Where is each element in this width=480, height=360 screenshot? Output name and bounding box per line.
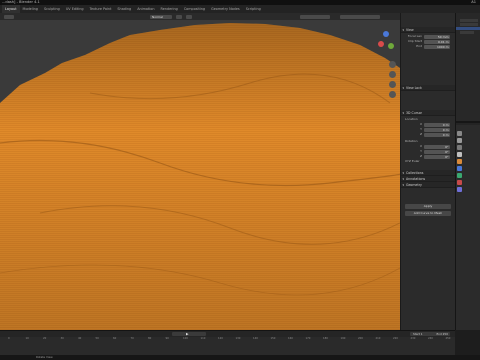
section-view[interactable]: View	[401, 27, 456, 33]
ruler-tick-label: 230	[410, 337, 416, 340]
tab-uv-editing[interactable]: UV Editing	[63, 5, 87, 13]
tab-scripting[interactable]: Scripting	[243, 5, 264, 13]
ruler-tick-label: 80	[148, 337, 152, 340]
frame-end-field[interactable]: End 250	[436, 332, 448, 336]
material-tab-icon[interactable]	[457, 180, 462, 185]
ruler-tick-label: 220	[393, 337, 398, 340]
ruler-tick-label: 90	[165, 337, 169, 340]
workspace-tabs: Layout Modeling Sculpting UV Editing Tex…	[0, 5, 480, 13]
view-layer-tab-icon[interactable]	[457, 152, 462, 157]
rotation-z-field[interactable]: 0°	[424, 154, 450, 159]
tab-layout[interactable]: Layout	[2, 5, 20, 13]
play-icon[interactable]: ▶	[186, 332, 189, 336]
clip-end-field[interactable]: 1000 m	[424, 44, 450, 49]
focal-length-field[interactable]: 50 mm	[424, 34, 450, 39]
clip-end-row: End 1000 m	[416, 44, 450, 49]
timeline-ruler: 0 10 20 30 40 50 60 70 80 90 100 110 120 130 140 150 160…	[0, 337, 455, 341]
ruler-tick-label: 210	[375, 337, 381, 340]
tab-shading[interactable]: Shading	[114, 5, 134, 13]
outliner[interactable]	[456, 13, 480, 123]
render-tab-icon[interactable]	[457, 138, 462, 143]
tab-modeling[interactable]: Modeling	[20, 5, 41, 13]
viewport-header: Normal	[0, 13, 400, 20]
tab-compositing[interactable]: Compositing	[181, 5, 208, 13]
outliner-row-selected[interactable]	[456, 27, 480, 30]
apply-button[interactable]: Apply	[405, 204, 451, 209]
rotation-y-field[interactable]: 0°	[424, 149, 450, 154]
object-tab-icon[interactable]	[457, 159, 462, 164]
playback-controls[interactable]: ▶	[172, 332, 206, 336]
add-curve-button[interactable]: Add Curve to Mesh	[405, 211, 451, 216]
ruler-tick-label: 130	[235, 337, 241, 340]
section-geometry[interactable]: Geometry	[401, 182, 456, 188]
ruler-tick-label: 120	[218, 337, 223, 340]
ruler-tick-label: 10	[25, 337, 29, 340]
section-view-lock[interactable]: View Lock	[401, 85, 456, 91]
data-tab-icon[interactable]	[457, 173, 462, 178]
right-column	[455, 13, 480, 330]
editor-type-dropdown[interactable]	[4, 14, 14, 19]
tab-geometry-nodes[interactable]: Geometry Nodes	[208, 5, 243, 13]
frame-range[interactable]: Start 1 End 250	[410, 332, 450, 336]
tool-tab-icon[interactable]	[457, 131, 462, 136]
tab-rendering[interactable]: Rendering	[157, 5, 180, 13]
zoom-icon[interactable]	[389, 61, 396, 68]
3d-viewport[interactable]: Normal	[0, 13, 400, 330]
ruler-tick-label: 200	[358, 337, 363, 340]
ruler-tick-label: 160	[288, 337, 293, 340]
ruler-tick-label: 30	[60, 337, 64, 340]
sidebar-n-panel: View Focal Len 50 mm Clip Start 0.01 m E…	[400, 13, 456, 330]
overlay-controls[interactable]	[300, 14, 330, 19]
ruler-tick-label: 170	[305, 337, 311, 340]
pivot-dropdown[interactable]	[176, 14, 182, 19]
outliner-row[interactable]	[460, 31, 474, 34]
properties-editor	[456, 125, 480, 330]
camera-icon[interactable]	[389, 81, 396, 88]
cursor-y-field[interactable]: 0 m	[424, 127, 450, 132]
cursor-z-field[interactable]: 0 m	[424, 132, 450, 137]
output-tab-icon[interactable]	[457, 145, 462, 150]
ruler-tick-label: 250	[445, 337, 451, 340]
status-bar: Rotate View	[0, 355, 480, 360]
ruler-tick-label: 60	[113, 337, 117, 340]
rotation-mode-select[interactable]: XYZ Euler	[401, 159, 456, 164]
rotation-x-field[interactable]: 0°	[424, 144, 450, 149]
ruler-tick-label: 140	[253, 337, 258, 340]
modifier-tab-icon[interactable]	[457, 166, 462, 171]
ruler-tick-label: 190	[340, 337, 346, 340]
snap-toggle[interactable]	[186, 14, 192, 19]
shading-controls[interactable]	[340, 14, 380, 19]
ruler-tick-label: 0	[8, 337, 10, 340]
ruler-tick-label: 40	[78, 337, 82, 340]
ruler-tick-label: 240	[428, 337, 433, 340]
ruler-tick-label: 50	[95, 337, 99, 340]
terrain-mesh	[0, 23, 400, 330]
outliner-row[interactable]	[460, 23, 478, 26]
constraint-tab-icon[interactable]	[457, 187, 462, 192]
tab-sculpting[interactable]: Sculpting	[41, 5, 63, 13]
gizmo-z-icon[interactable]	[383, 31, 389, 37]
ruler-tick-label: 20	[43, 337, 47, 340]
ruler-tick-label: 180	[323, 337, 328, 340]
status-text: Rotate View	[36, 355, 53, 359]
cursor-z-row: Z 0 m	[419, 132, 450, 137]
gizmo-y-icon[interactable]	[388, 43, 394, 49]
section-3d-cursor[interactable]: 3D Cursor	[401, 110, 456, 116]
perspective-icon[interactable]	[389, 91, 396, 98]
clip-start-field[interactable]: 0.01 m	[424, 39, 450, 44]
pan-icon[interactable]	[389, 71, 396, 78]
tab-animation[interactable]: Animation	[134, 5, 157, 13]
tab-texture-paint[interactable]: Texture Paint	[87, 5, 115, 13]
frame-start-field[interactable]: Start 1	[413, 332, 423, 336]
ruler-tick-label: 110	[200, 337, 206, 340]
transform-orientation-dropdown[interactable]: Normal	[150, 14, 172, 19]
ruler-tick-label: 100	[183, 337, 188, 340]
ruler-tick-label: 70	[130, 337, 134, 340]
cursor-x-field[interactable]: 0 m	[424, 122, 450, 127]
outliner-row[interactable]	[460, 19, 478, 22]
gizmo-x-icon[interactable]	[378, 41, 384, 47]
ruler-tick-label: 150	[270, 337, 276, 340]
